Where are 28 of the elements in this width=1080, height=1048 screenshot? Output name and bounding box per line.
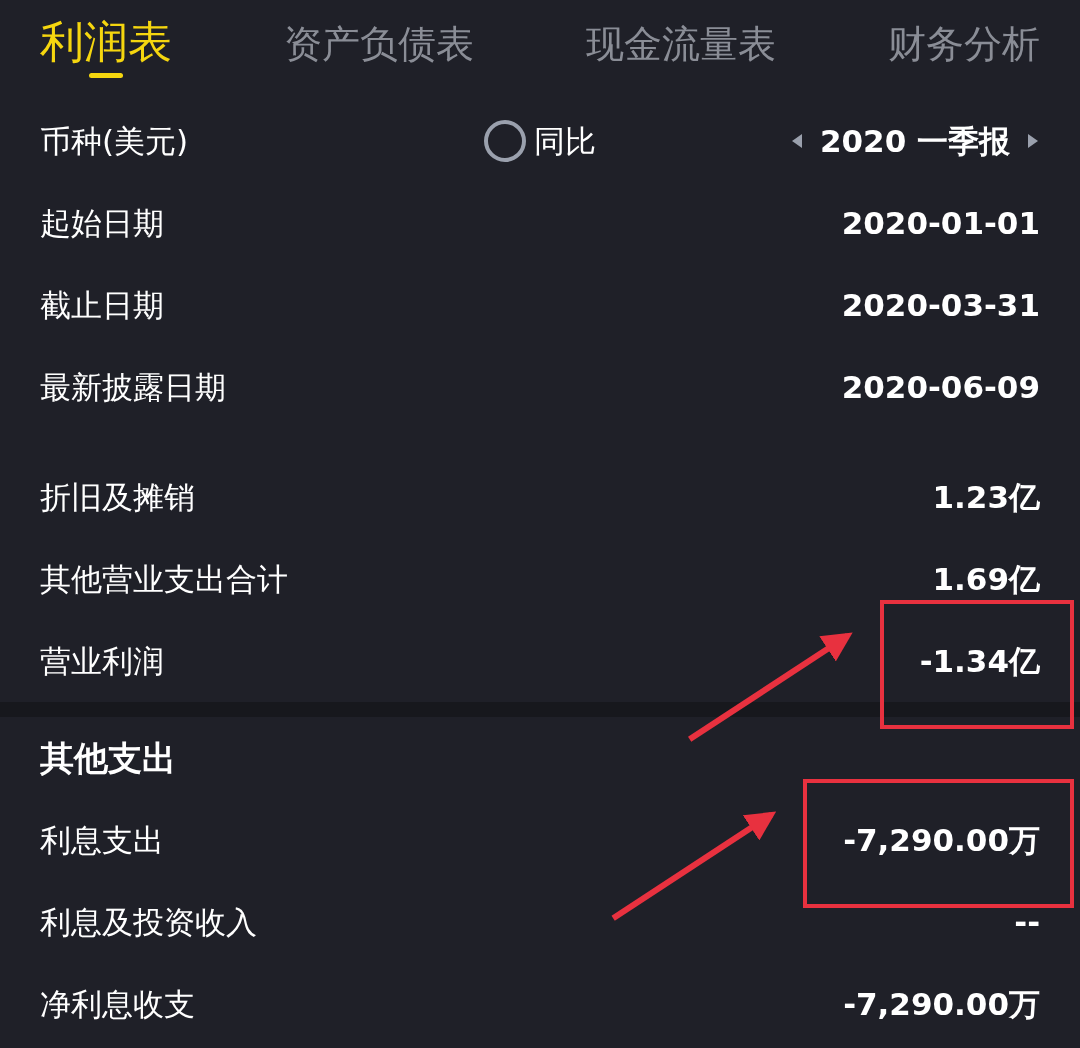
row-label: 最新披露日期 <box>40 367 226 407</box>
row-value: 2020-03-31 <box>841 285 1040 325</box>
currency-label: 币种(美元) <box>40 121 190 161</box>
row-value: 1.69亿 <box>932 559 1040 599</box>
row-label: 利息及投资收入 <box>40 902 257 942</box>
tab[interactable]: 资产负债表 <box>284 0 474 68</box>
radio-button[interactable] <box>484 120 526 162</box>
row-value: 1.23亿 <box>932 477 1040 517</box>
row-label: 起始日期 <box>40 203 164 243</box>
row-label: 利息支出 <box>40 820 164 860</box>
row-label: 营业利润 <box>40 641 164 681</box>
row-value: -7,290.00万 <box>843 820 1040 860</box>
row-value: -1.34亿 <box>919 641 1040 681</box>
tab[interactable]: 现金流量表 <box>586 0 776 68</box>
row-value: -- <box>1014 902 1040 942</box>
section-title: 其他支出 <box>40 736 176 780</box>
row-label: 截止日期 <box>40 285 164 325</box>
tab[interactable]: 财务分析 <box>888 0 1040 68</box>
next-icon[interactable] <box>1026 132 1040 150</box>
radio-label: 同比 <box>534 121 596 161</box>
period-label: 2020 一季报 <box>819 121 1010 161</box>
row-label: 折旧及摊销 <box>40 477 195 517</box>
row-value: -7,290.00万 <box>843 984 1040 1024</box>
row-value: 2020-06-09 <box>841 367 1040 407</box>
row-value: 2020-01-01 <box>841 203 1040 243</box>
row-label: 其他营业支出合计 <box>40 559 288 599</box>
row-label: 净利息收支 <box>40 984 195 1024</box>
tab[interactable]: 利润表 <box>40 0 172 78</box>
